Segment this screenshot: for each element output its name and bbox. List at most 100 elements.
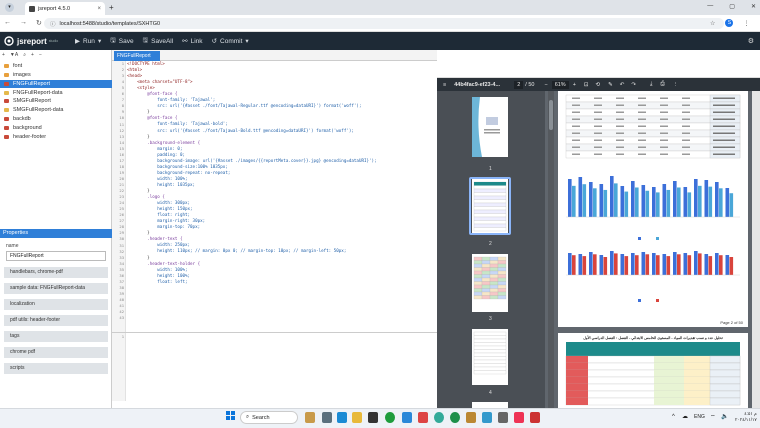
bookmark-star-icon[interactable]: ☆: [710, 20, 715, 27]
app-icon-app3[interactable]: [466, 412, 476, 423]
thumbnail-page-1[interactable]: [472, 97, 508, 157]
property-button[interactable]: chrome pdf: [4, 347, 108, 358]
redo-icon[interactable]: ↷: [631, 82, 636, 88]
volume-icon[interactable]: 🔈: [721, 413, 728, 420]
tray-chevron-icon[interactable]: ^: [672, 414, 675, 420]
property-button[interactable]: pdf utils: header-footer: [4, 315, 108, 326]
tree-item[interactable]: images: [0, 71, 112, 80]
properties-header[interactable]: Properties: [0, 229, 112, 238]
thumbnail-page-2[interactable]: [472, 179, 508, 233]
tab-search-icon[interactable]: ▾: [5, 3, 14, 12]
start-icon[interactable]: [226, 411, 235, 420]
property-button[interactable]: scripts: [4, 363, 108, 374]
close-tab-icon[interactable]: ×: [97, 6, 101, 12]
forward-icon[interactable]: →: [20, 19, 27, 27]
tree-item[interactable]: FNGFullReport-data: [0, 88, 112, 97]
zoom-out-icon[interactable]: −: [544, 82, 547, 88]
thumbnail-scroll-thumb[interactable]: [549, 100, 553, 130]
minimize-icon[interactable]: —: [707, 3, 713, 10]
undo-icon[interactable]: ↶: [620, 82, 625, 88]
name-field[interactable]: FNGFullReport: [6, 251, 106, 261]
property-button[interactable]: sample data: FNGFullReport-data: [4, 283, 108, 294]
tree-item[interactable]: background: [0, 124, 112, 133]
browser-tab[interactable]: jsreport 4.5.0 ×: [25, 2, 105, 15]
app-icon-edge[interactable]: [337, 412, 347, 423]
app-icon-app2[interactable]: [434, 412, 444, 423]
menu-dots-icon[interactable]: ⋮: [743, 20, 749, 27]
add-icon[interactable]: +: [2, 52, 5, 58]
tree-item[interactable]: header-footer: [0, 132, 112, 141]
onedrive-icon[interactable]: ☁: [682, 413, 688, 420]
app-icon-vscode[interactable]: [402, 412, 412, 423]
annotate-icon[interactable]: ✎: [608, 82, 613, 88]
link-button[interactable]: ⚯ Link: [182, 37, 202, 46]
zoom-in-icon[interactable]: +: [573, 82, 576, 88]
tree-item[interactable]: SMGFullReport-data: [0, 106, 112, 115]
reload-icon[interactable]: ↻: [36, 19, 42, 27]
app-icon-explorer[interactable]: [352, 412, 362, 423]
tab-fngfullreport[interactable]: FNGFullReport: [114, 51, 160, 61]
avatar[interactable]: S: [725, 19, 734, 27]
app-icon-app4[interactable]: [482, 412, 492, 423]
commit-button[interactable]: ↺ Commit ▾: [212, 37, 249, 46]
line-number: 20: [119, 175, 124, 181]
search-icon[interactable]: ⌕: [23, 52, 26, 58]
thumb-cell: [489, 267, 499, 272]
taskbar-search[interactable]: ⌕ Search: [240, 411, 298, 424]
chart-bar: [652, 253, 656, 275]
pdf-menu-icon[interactable]: ≡: [443, 82, 446, 88]
maximize-icon[interactable]: ▢: [729, 3, 735, 10]
new-tab-button[interactable]: +: [109, 3, 114, 12]
wifi-icon[interactable]: ⌔: [710, 413, 716, 421]
collapse-icon[interactable]: −: [39, 52, 42, 58]
run-button[interactable]: ▶ Run ▾: [75, 37, 101, 46]
app-icon-app5[interactable]: [498, 412, 508, 423]
back-icon[interactable]: ←: [4, 19, 11, 27]
thumbnail-scrollbar[interactable]: [548, 91, 554, 408]
saveall-button[interactable]: 🖫 SaveAll: [143, 36, 174, 47]
fit-page-icon[interactable]: ⊡: [584, 82, 589, 88]
pdf-page-2: Page 2 of 50: [558, 91, 748, 327]
tree-item[interactable]: FNGFullReport: [0, 79, 112, 89]
filter-icon[interactable]: ▼A: [10, 52, 18, 58]
app-icon-terminal[interactable]: [368, 412, 378, 423]
app-icon-chrome[interactable]: [385, 412, 395, 423]
logo-text: jsreport: [17, 36, 47, 46]
code-editor[interactable]: <!DOCTYPE html> <html> <head> <meta charse…: [127, 61, 433, 339]
rotate-icon[interactable]: ⟲: [596, 82, 601, 88]
language-indicator[interactable]: ENG: [694, 414, 705, 420]
line-number: 41: [119, 303, 124, 308]
table-cell: [684, 363, 710, 370]
site-info-icon[interactable]: ⓘ: [50, 20, 56, 28]
thumbnail-page-3[interactable]: [472, 254, 508, 312]
gear-icon[interactable]: ⚙: [748, 37, 754, 45]
document-scrollbar[interactable]: [752, 91, 760, 408]
print-icon[interactable]: ⎙: [660, 81, 664, 88]
property-button[interactable]: tags: [4, 331, 108, 342]
app-icon-app1[interactable]: [418, 412, 428, 423]
tree-item[interactable]: backdb: [0, 115, 112, 124]
app-icon-whatsapp[interactable]: [450, 412, 460, 423]
close-window-icon[interactable]: ✕: [751, 3, 756, 10]
download-icon[interactable]: ⤓: [650, 81, 652, 88]
app-icon-widgets[interactable]: [305, 412, 315, 423]
tree-item[interactable]: SMGFullReport: [0, 97, 112, 106]
tree-item[interactable]: font: [0, 62, 112, 71]
app-icon-taskview[interactable]: [322, 412, 332, 423]
app-icon-app6[interactable]: [514, 412, 524, 423]
zoom-input[interactable]: 61%: [551, 80, 569, 89]
thumbnail-page-4[interactable]: [472, 329, 508, 385]
more-options-icon[interactable]: ⋮: [673, 82, 679, 88]
table-cell: [654, 377, 684, 384]
property-button[interactable]: localization: [4, 299, 108, 310]
chart-bar: [683, 187, 688, 217]
property-button[interactable]: handlebars, chrome-pdf: [4, 267, 108, 278]
pdf-page-input[interactable]: 2: [514, 80, 524, 89]
expand-icon[interactable]: +: [31, 52, 34, 58]
app-icon-app7[interactable]: [530, 412, 540, 423]
save-button[interactable]: 🖫 Save: [110, 36, 133, 47]
url-field[interactable]: ⓘ localhost:5488/studio/templates/SXHTG0: [44, 18, 724, 29]
thumb-cell: [473, 270, 483, 275]
table-text: [572, 111, 580, 113]
taskbar-clock[interactable]: م ٤:٥١ ٢٠٢٤/١١/١٧: [735, 411, 757, 423]
